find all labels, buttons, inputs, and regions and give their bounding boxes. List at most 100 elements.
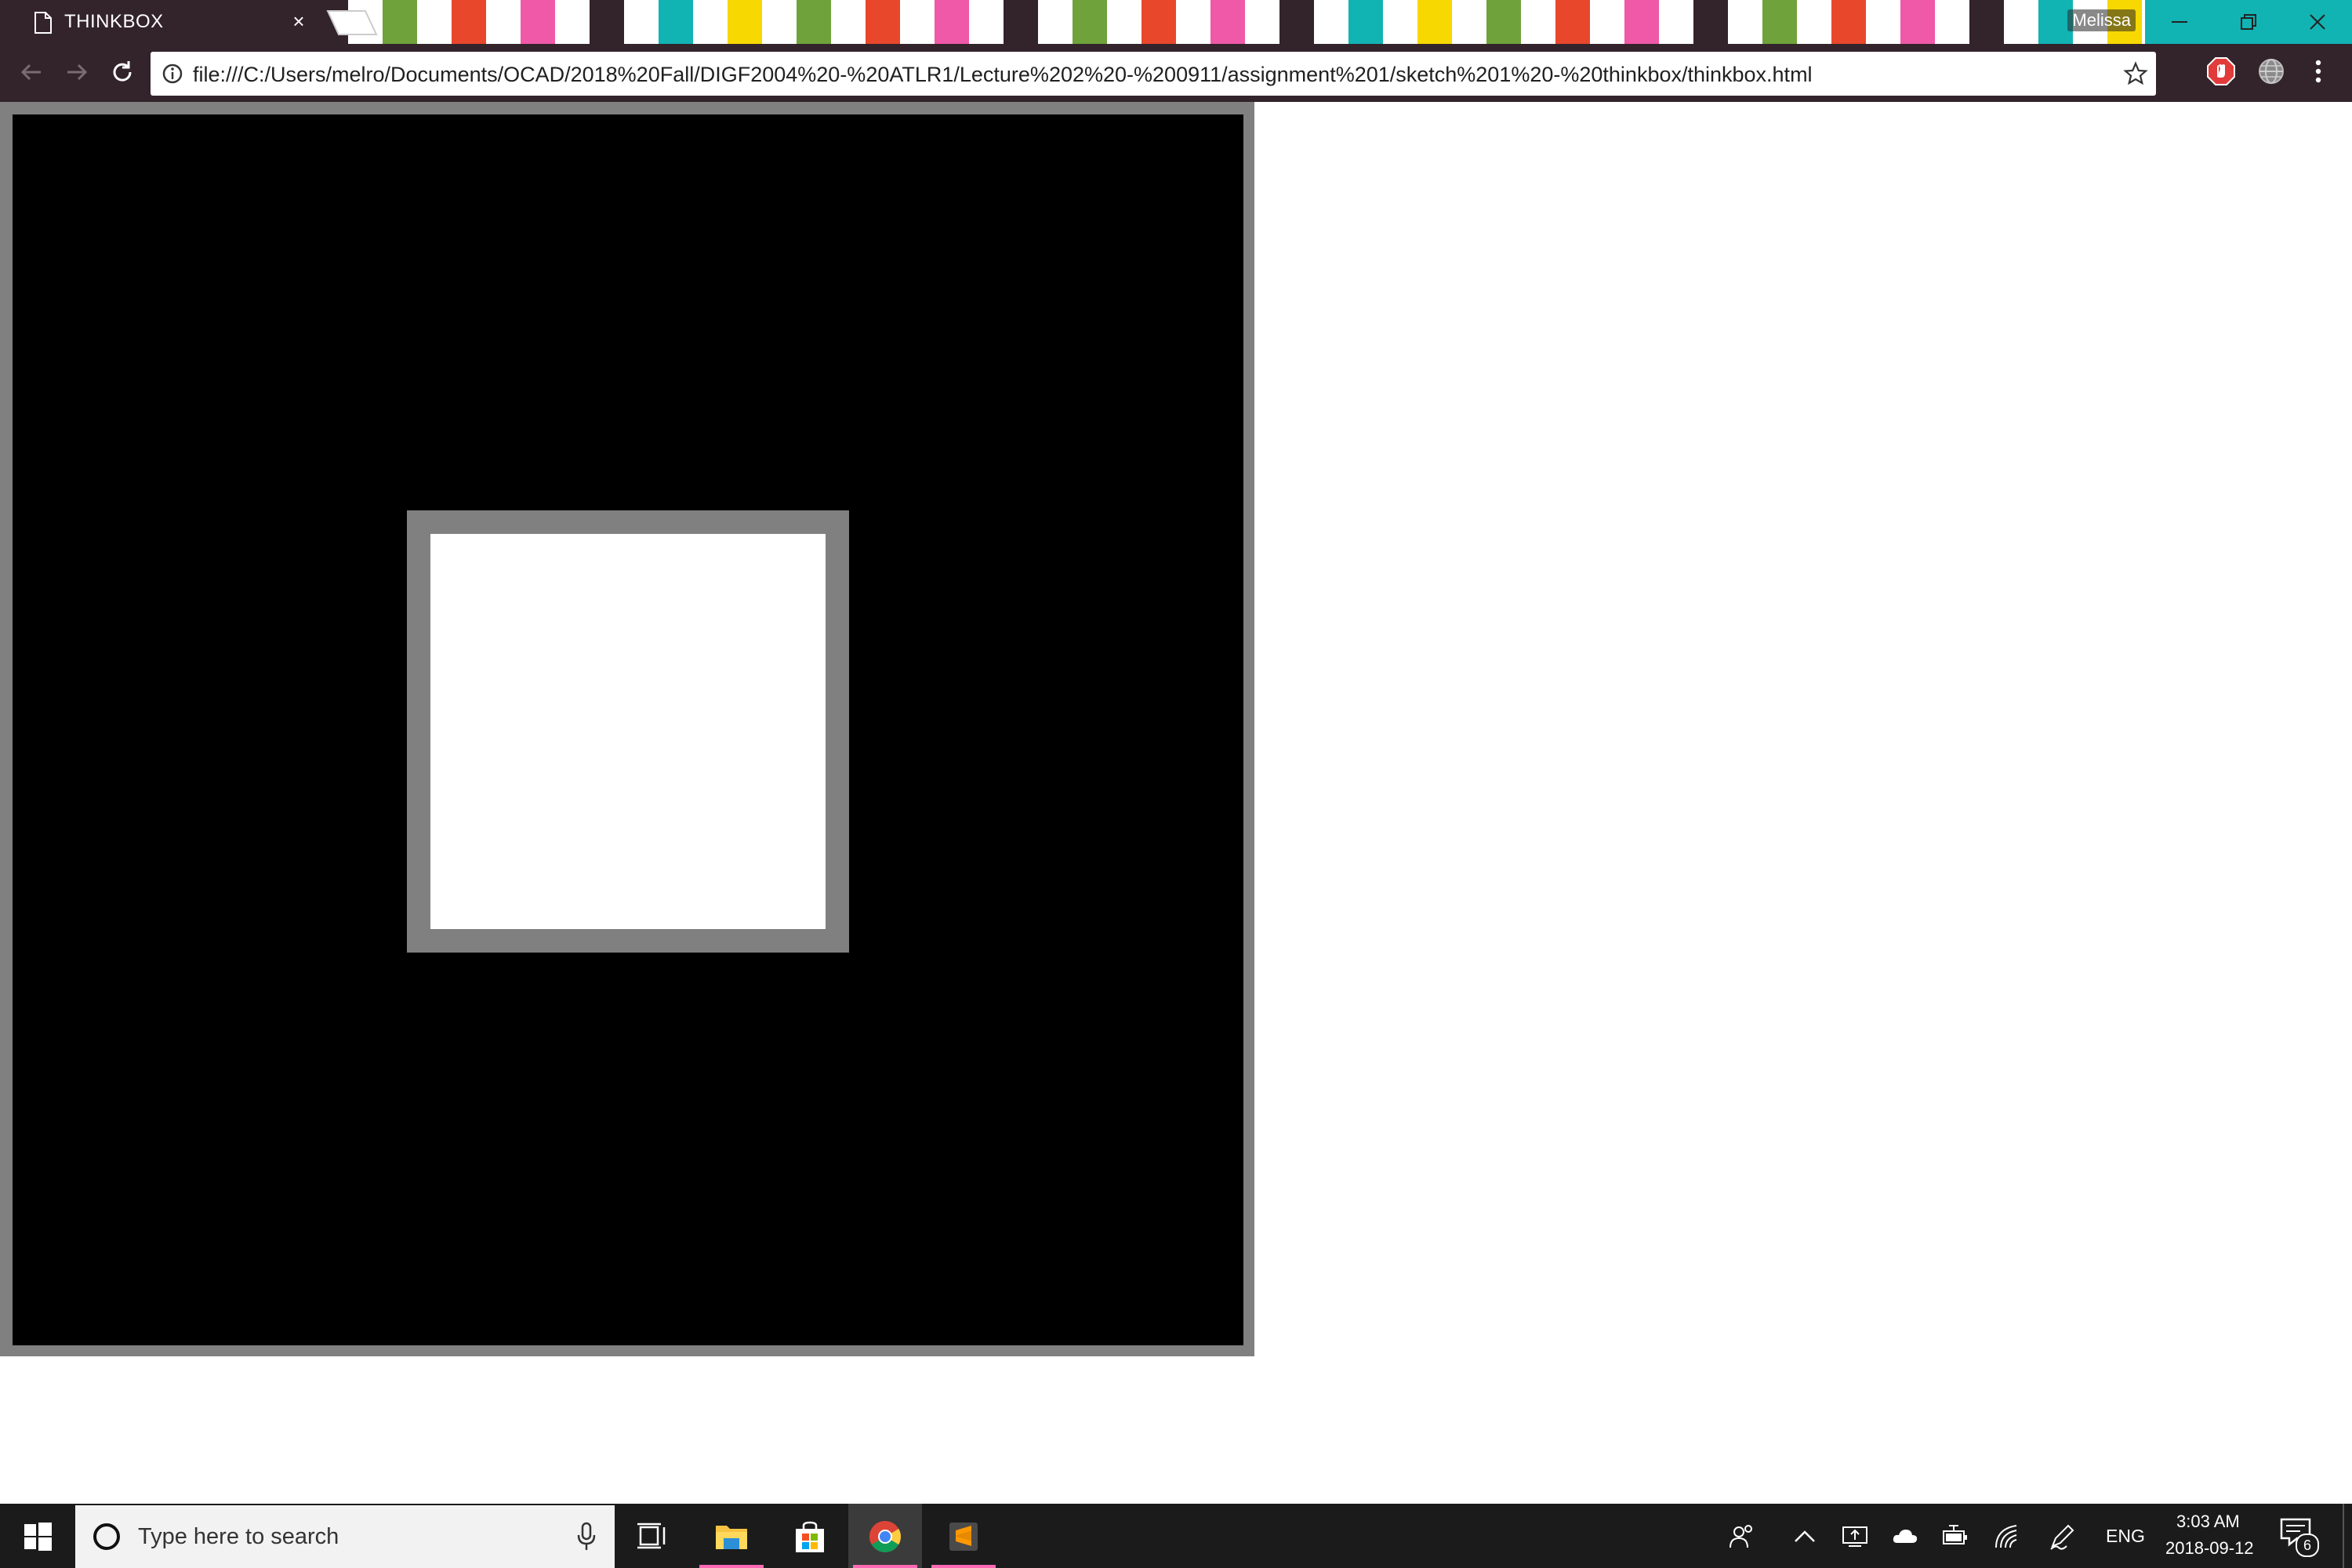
people-icon[interactable]	[1728, 1523, 1756, 1551]
start-button[interactable]	[0, 1504, 75, 1568]
theme-stripe	[1831, 0, 1866, 44]
language-indicator[interactable]: ENG	[2106, 1526, 2145, 1547]
sketch-canvas[interactable]	[0, 102, 1254, 1356]
windows-taskbar: Type here to search ENG 3:03 AM 2018-09-…	[0, 1504, 2352, 1568]
microphone-icon[interactable]	[575, 1521, 597, 1552]
tab-thinkbox[interactable]: THINKBOX ×	[11, 0, 318, 44]
screen-icon[interactable]	[1841, 1523, 1869, 1551]
theme-stripe	[1762, 0, 1797, 44]
windows-logo-icon	[24, 1523, 52, 1551]
theme-stripe	[693, 0, 728, 44]
url-text[interactable]: file:///C:/Users/melro/Documents/OCAD/20…	[193, 63, 1813, 87]
restore-button[interactable]	[2214, 0, 2283, 44]
theme-stripe	[1486, 0, 1521, 44]
profile-button[interactable]: Melissa	[2067, 9, 2136, 31]
clock-date[interactable]: 2018-09-12	[2165, 1538, 2254, 1559]
theme-stripe	[1073, 0, 1107, 44]
pen-icon[interactable]	[2048, 1523, 2076, 1551]
theme-stripe	[452, 0, 486, 44]
tab-title: THINKBOX	[64, 11, 164, 32]
arrow-right-icon[interactable]	[63, 58, 91, 86]
theme-stripe	[1624, 0, 1659, 44]
wifi-icon[interactable]	[1993, 1523, 2021, 1551]
arrow-left-icon[interactable]	[17, 58, 45, 86]
theme-stripe	[2004, 0, 2038, 44]
theme-stripe	[1004, 0, 1038, 44]
theme-stripe	[1935, 0, 1969, 44]
theme-stripe	[866, 0, 900, 44]
theme-stripe	[555, 0, 590, 44]
theme-stripe	[1142, 0, 1176, 44]
star-icon[interactable]	[2123, 61, 2148, 86]
theme-stripe	[1728, 0, 1762, 44]
theme-stripe	[1797, 0, 1831, 44]
theme-stripe	[521, 0, 555, 44]
minimize-button[interactable]	[2145, 0, 2214, 44]
document-icon	[34, 12, 52, 34]
theme-stripe	[1210, 0, 1245, 44]
adblock-icon[interactable]	[2206, 56, 2236, 86]
close-window-button[interactable]	[2283, 0, 2352, 44]
globe-icon[interactable]	[2256, 56, 2286, 86]
running-indicator	[931, 1565, 996, 1568]
theme-stripe	[969, 0, 1004, 44]
theme-stripe	[1693, 0, 1728, 44]
theme-stripe	[935, 0, 969, 44]
chrome-icon	[869, 1521, 901, 1552]
theme-stripe	[1969, 0, 2004, 44]
info-icon[interactable]	[162, 63, 183, 85]
notification-count-badge: 6	[2296, 1534, 2319, 1557]
running-indicator	[699, 1565, 764, 1568]
theme-stripe	[1659, 0, 1693, 44]
search-placeholder[interactable]: Type here to search	[138, 1524, 339, 1550]
battery-icon[interactable]	[1941, 1523, 1969, 1551]
onedrive-icon[interactable]	[1891, 1523, 1919, 1551]
tab-close-icon[interactable]: ×	[287, 9, 310, 33]
theme-stripe	[1348, 0, 1383, 44]
new-tab-button[interactable]	[325, 9, 379, 36]
sublime-text-button[interactable]	[927, 1504, 1000, 1568]
theme-stripe	[417, 0, 452, 44]
theme-stripe	[624, 0, 659, 44]
clock-time[interactable]: 3:03 AM	[2176, 1512, 2240, 1532]
minimize-icon	[2172, 21, 2187, 23]
theme-stripe	[1245, 0, 1279, 44]
theme-stripe	[1383, 0, 1417, 44]
theme-stripe	[1314, 0, 1348, 44]
theme-stripe	[659, 0, 693, 44]
thinkbox-square	[430, 534, 826, 929]
chevron-up-icon[interactable]	[1791, 1523, 1819, 1551]
theme-stripe	[1521, 0, 1555, 44]
theme-stripe	[797, 0, 831, 44]
theme-stripe	[728, 0, 762, 44]
microsoft-store-icon	[796, 1521, 824, 1552]
theme-stripe	[383, 0, 417, 44]
kebab-menu-icon[interactable]	[2307, 56, 2330, 86]
theme-stripe	[1452, 0, 1486, 44]
theme-stripe	[1900, 0, 1935, 44]
theme-stripe	[1107, 0, 1142, 44]
reload-icon[interactable]	[108, 58, 136, 86]
task-view-button[interactable]	[616, 1504, 690, 1568]
show-desktop-button[interactable]	[2343, 1504, 2352, 1568]
theme-stripe	[590, 0, 624, 44]
theme-stripe	[1590, 0, 1624, 44]
theme-stripe	[1038, 0, 1073, 44]
file-explorer-button[interactable]	[695, 1504, 768, 1568]
browser-toolbar: file:///C:/Users/melro/Documents/OCAD/20…	[0, 44, 2352, 102]
thinkbox-square-frame	[407, 510, 849, 953]
chrome-button[interactable]	[848, 1504, 922, 1568]
taskbar-search-box[interactable]: Type here to search	[75, 1505, 615, 1568]
running-indicator	[853, 1565, 917, 1568]
theme-stripe	[1417, 0, 1452, 44]
microsoft-store-button[interactable]	[773, 1504, 847, 1568]
address-bar[interactable]: file:///C:/Users/melro/Documents/OCAD/20…	[151, 52, 2156, 96]
theme-stripe	[762, 0, 797, 44]
theme-stripe	[1866, 0, 1900, 44]
theme-stripe	[1279, 0, 1314, 44]
restore-icon	[2241, 14, 2256, 30]
task-view-icon	[637, 1523, 666, 1549]
action-center-button[interactable]: 6	[2278, 1516, 2319, 1557]
theme-stripe	[1555, 0, 1590, 44]
theme-stripe	[1176, 0, 1210, 44]
